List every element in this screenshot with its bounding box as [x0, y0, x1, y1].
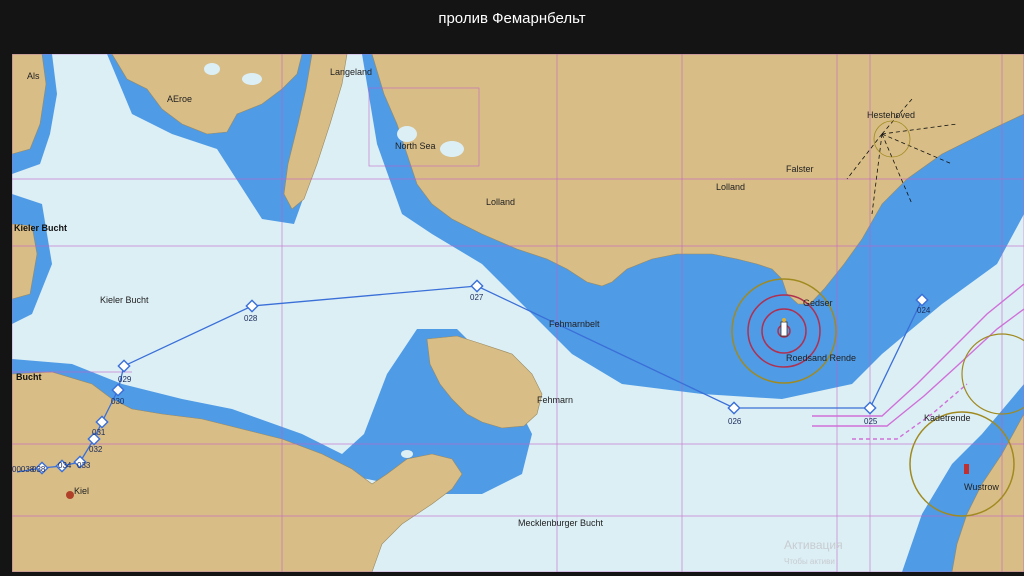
waypoint-marker	[727, 401, 741, 415]
label-kiel: Kiel	[74, 486, 89, 496]
slide-title: пролив Фемарнбельт	[438, 10, 586, 27]
watermark-line2: Чтобы активи	[784, 557, 835, 566]
waypoint-label: 034	[58, 461, 72, 470]
label-north-sea: North Sea	[395, 141, 436, 151]
waypoint-label: 025	[864, 417, 878, 426]
waypoint-label: 031	[92, 428, 106, 437]
label-mecklenburger-bucht: Mecklenburger Bucht	[518, 518, 604, 528]
label-hestehoved: Hestehoved	[867, 110, 915, 120]
label-roedsand-rende: Roedsand Rende	[786, 353, 856, 363]
buoy-icon	[964, 464, 969, 474]
label-aeroe: AEroe	[167, 94, 192, 104]
waypoint-label: 028	[244, 314, 258, 323]
waypoint-marker	[470, 279, 484, 293]
kiel-harbour-marker	[66, 491, 74, 499]
label-falster: Falster	[786, 164, 814, 174]
waypoint-label: 029	[118, 375, 132, 384]
waypoint-label: 026	[728, 417, 742, 426]
label-gedser: Gedser	[803, 298, 833, 308]
waypoint-marker	[863, 401, 877, 415]
label-fehmarn: Fehmarn	[537, 395, 573, 405]
waypoint-label: 030	[111, 397, 125, 406]
label-langeland: Langeland	[330, 67, 372, 77]
waypoint-marker	[117, 359, 131, 373]
waypoint-label: 032	[89, 445, 103, 454]
label-lolland-west: Lolland	[486, 197, 515, 207]
nautical-chart[interactable]: 024 025 026 027 028 029 030 031 032 033 …	[12, 54, 1024, 572]
watermark-line1: Активация	[784, 538, 843, 552]
label-lolland-east: Lolland	[716, 182, 745, 192]
label-wustrow: Wustrow	[964, 482, 999, 492]
waypoint-label: 027	[470, 293, 484, 302]
activation-watermark: Активация Чтобы активи	[784, 538, 843, 566]
label-bucht: Bucht	[16, 372, 42, 382]
chart-canvas: 024 025 026 027 028 029 030 031 032 033 …	[12, 54, 1024, 572]
label-kadetrende: Kadetrende	[924, 413, 971, 423]
label-fehmarnbelt: Fehmarnbelt	[549, 319, 600, 329]
waypoint-label: 024	[917, 306, 931, 315]
label-kieler-bucht-bold: Kieler Bucht	[14, 223, 67, 233]
label-als: Als	[27, 71, 40, 81]
waypoint-label: 033	[77, 461, 91, 470]
left-edge-label: 00038	[12, 465, 35, 474]
waypoint-marker	[245, 299, 259, 313]
label-kieler-bucht: Kieler Bucht	[100, 295, 149, 305]
